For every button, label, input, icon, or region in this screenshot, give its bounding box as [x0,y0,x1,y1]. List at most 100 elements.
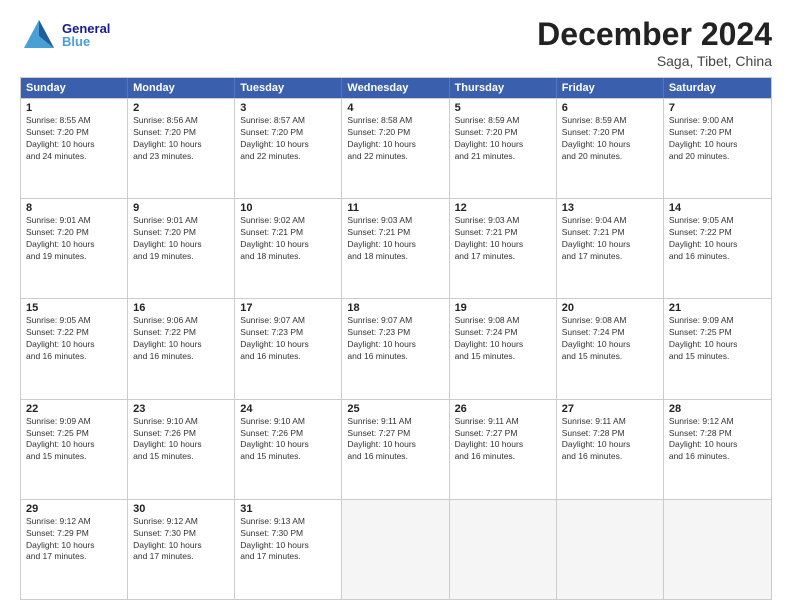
page: General Blue December 2024 Saga, Tibet, … [0,0,792,612]
calendar-cell: 26Sunrise: 9:11 AM Sunset: 7:27 PM Dayli… [450,400,557,499]
calendar-cell: 17Sunrise: 9:07 AM Sunset: 7:23 PM Dayli… [235,299,342,398]
cell-day-number: 16 [133,302,229,314]
cell-day-number: 24 [240,403,336,415]
cell-sun-info: Sunrise: 9:12 AM Sunset: 7:28 PM Dayligh… [669,416,766,464]
calendar-cell: 5Sunrise: 8:59 AM Sunset: 7:20 PM Daylig… [450,99,557,198]
weekday-header: Friday [557,78,664,98]
cell-sun-info: Sunrise: 9:09 AM Sunset: 7:25 PM Dayligh… [669,315,766,363]
calendar-cell: 10Sunrise: 9:02 AM Sunset: 7:21 PM Dayli… [235,199,342,298]
calendar-cell: 15Sunrise: 9:05 AM Sunset: 7:22 PM Dayli… [21,299,128,398]
calendar-cell: 28Sunrise: 9:12 AM Sunset: 7:28 PM Dayli… [664,400,771,499]
cell-day-number: 6 [562,102,658,114]
cell-day-number: 2 [133,102,229,114]
cell-day-number: 13 [562,202,658,214]
calendar-cell: 19Sunrise: 9:08 AM Sunset: 7:24 PM Dayli… [450,299,557,398]
calendar-cell: 14Sunrise: 9:05 AM Sunset: 7:22 PM Dayli… [664,199,771,298]
calendar-cell: 21Sunrise: 9:09 AM Sunset: 7:25 PM Dayli… [664,299,771,398]
cell-day-number: 20 [562,302,658,314]
cell-sun-info: Sunrise: 8:55 AM Sunset: 7:20 PM Dayligh… [26,115,122,163]
cell-sun-info: Sunrise: 9:01 AM Sunset: 7:20 PM Dayligh… [133,215,229,263]
calendar-row: 22Sunrise: 9:09 AM Sunset: 7:25 PM Dayli… [21,399,771,499]
cell-day-number: 23 [133,403,229,415]
calendar: SundayMondayTuesdayWednesdayThursdayFrid… [20,77,772,600]
calendar-cell: 27Sunrise: 9:11 AM Sunset: 7:28 PM Dayli… [557,400,664,499]
calendar-cell: 25Sunrise: 9:11 AM Sunset: 7:27 PM Dayli… [342,400,449,499]
logo-icon [20,16,58,54]
cell-day-number: 30 [133,503,229,515]
calendar-cell: 29Sunrise: 9:12 AM Sunset: 7:29 PM Dayli… [21,500,128,599]
weekday-header: Sunday [21,78,128,98]
cell-day-number: 8 [26,202,122,214]
cell-day-number: 21 [669,302,766,314]
cell-sun-info: Sunrise: 9:09 AM Sunset: 7:25 PM Dayligh… [26,416,122,464]
cell-day-number: 14 [669,202,766,214]
cell-day-number: 29 [26,503,122,515]
calendar-cell: 9Sunrise: 9:01 AM Sunset: 7:20 PM Daylig… [128,199,235,298]
calendar-cell: 7Sunrise: 9:00 AM Sunset: 7:20 PM Daylig… [664,99,771,198]
logo-blue: Blue [62,35,110,48]
calendar-cell: 22Sunrise: 9:09 AM Sunset: 7:25 PM Dayli… [21,400,128,499]
cell-sun-info: Sunrise: 9:05 AM Sunset: 7:22 PM Dayligh… [26,315,122,363]
calendar-cell: 31Sunrise: 9:13 AM Sunset: 7:30 PM Dayli… [235,500,342,599]
header: General Blue December 2024 Saga, Tibet, … [20,16,772,69]
calendar-cell: 4Sunrise: 8:58 AM Sunset: 7:20 PM Daylig… [342,99,449,198]
cell-day-number: 31 [240,503,336,515]
logo: General Blue [20,16,110,54]
calendar-cell: 30Sunrise: 9:12 AM Sunset: 7:30 PM Dayli… [128,500,235,599]
cell-day-number: 4 [347,102,443,114]
cell-day-number: 26 [455,403,551,415]
weekday-header: Thursday [450,78,557,98]
cell-day-number: 17 [240,302,336,314]
calendar-cell: 8Sunrise: 9:01 AM Sunset: 7:20 PM Daylig… [21,199,128,298]
calendar-cell: 1Sunrise: 8:55 AM Sunset: 7:20 PM Daylig… [21,99,128,198]
calendar-cell [342,500,449,599]
calendar-header: SundayMondayTuesdayWednesdayThursdayFrid… [21,78,771,98]
calendar-cell: 11Sunrise: 9:03 AM Sunset: 7:21 PM Dayli… [342,199,449,298]
cell-day-number: 3 [240,102,336,114]
cell-day-number: 9 [133,202,229,214]
cell-day-number: 10 [240,202,336,214]
calendar-cell: 13Sunrise: 9:04 AM Sunset: 7:21 PM Dayli… [557,199,664,298]
cell-sun-info: Sunrise: 9:10 AM Sunset: 7:26 PM Dayligh… [240,416,336,464]
cell-sun-info: Sunrise: 9:03 AM Sunset: 7:21 PM Dayligh… [455,215,551,263]
cell-day-number: 19 [455,302,551,314]
cell-sun-info: Sunrise: 9:08 AM Sunset: 7:24 PM Dayligh… [455,315,551,363]
cell-day-number: 7 [669,102,766,114]
calendar-cell [557,500,664,599]
cell-day-number: 15 [26,302,122,314]
calendar-cell: 20Sunrise: 9:08 AM Sunset: 7:24 PM Dayli… [557,299,664,398]
cell-sun-info: Sunrise: 9:11 AM Sunset: 7:27 PM Dayligh… [347,416,443,464]
cell-sun-info: Sunrise: 9:12 AM Sunset: 7:29 PM Dayligh… [26,516,122,564]
calendar-cell: 3Sunrise: 8:57 AM Sunset: 7:20 PM Daylig… [235,99,342,198]
cell-day-number: 1 [26,102,122,114]
cell-sun-info: Sunrise: 9:10 AM Sunset: 7:26 PM Dayligh… [133,416,229,464]
cell-sun-info: Sunrise: 9:00 AM Sunset: 7:20 PM Dayligh… [669,115,766,163]
calendar-cell: 16Sunrise: 9:06 AM Sunset: 7:22 PM Dayli… [128,299,235,398]
calendar-cell: 24Sunrise: 9:10 AM Sunset: 7:26 PM Dayli… [235,400,342,499]
calendar-cell [664,500,771,599]
calendar-cell [450,500,557,599]
calendar-cell: 23Sunrise: 9:10 AM Sunset: 7:26 PM Dayli… [128,400,235,499]
header-right: December 2024 Saga, Tibet, China [537,16,772,69]
weekday-header: Monday [128,78,235,98]
month-title: December 2024 [537,16,772,53]
cell-sun-info: Sunrise: 8:59 AM Sunset: 7:20 PM Dayligh… [455,115,551,163]
cell-sun-info: Sunrise: 9:05 AM Sunset: 7:22 PM Dayligh… [669,215,766,263]
cell-sun-info: Sunrise: 9:08 AM Sunset: 7:24 PM Dayligh… [562,315,658,363]
cell-sun-info: Sunrise: 9:06 AM Sunset: 7:22 PM Dayligh… [133,315,229,363]
cell-sun-info: Sunrise: 9:03 AM Sunset: 7:21 PM Dayligh… [347,215,443,263]
cell-sun-info: Sunrise: 9:01 AM Sunset: 7:20 PM Dayligh… [26,215,122,263]
location-title: Saga, Tibet, China [537,53,772,69]
cell-day-number: 5 [455,102,551,114]
calendar-row: 15Sunrise: 9:05 AM Sunset: 7:22 PM Dayli… [21,298,771,398]
cell-day-number: 12 [455,202,551,214]
cell-sun-info: Sunrise: 8:56 AM Sunset: 7:20 PM Dayligh… [133,115,229,163]
calendar-row: 29Sunrise: 9:12 AM Sunset: 7:29 PM Dayli… [21,499,771,599]
logo-text: General Blue [62,22,110,48]
cell-sun-info: Sunrise: 9:13 AM Sunset: 7:30 PM Dayligh… [240,516,336,564]
cell-day-number: 27 [562,403,658,415]
calendar-body: 1Sunrise: 8:55 AM Sunset: 7:20 PM Daylig… [21,98,771,599]
cell-sun-info: Sunrise: 8:57 AM Sunset: 7:20 PM Dayligh… [240,115,336,163]
calendar-cell: 6Sunrise: 8:59 AM Sunset: 7:20 PM Daylig… [557,99,664,198]
cell-sun-info: Sunrise: 9:11 AM Sunset: 7:28 PM Dayligh… [562,416,658,464]
